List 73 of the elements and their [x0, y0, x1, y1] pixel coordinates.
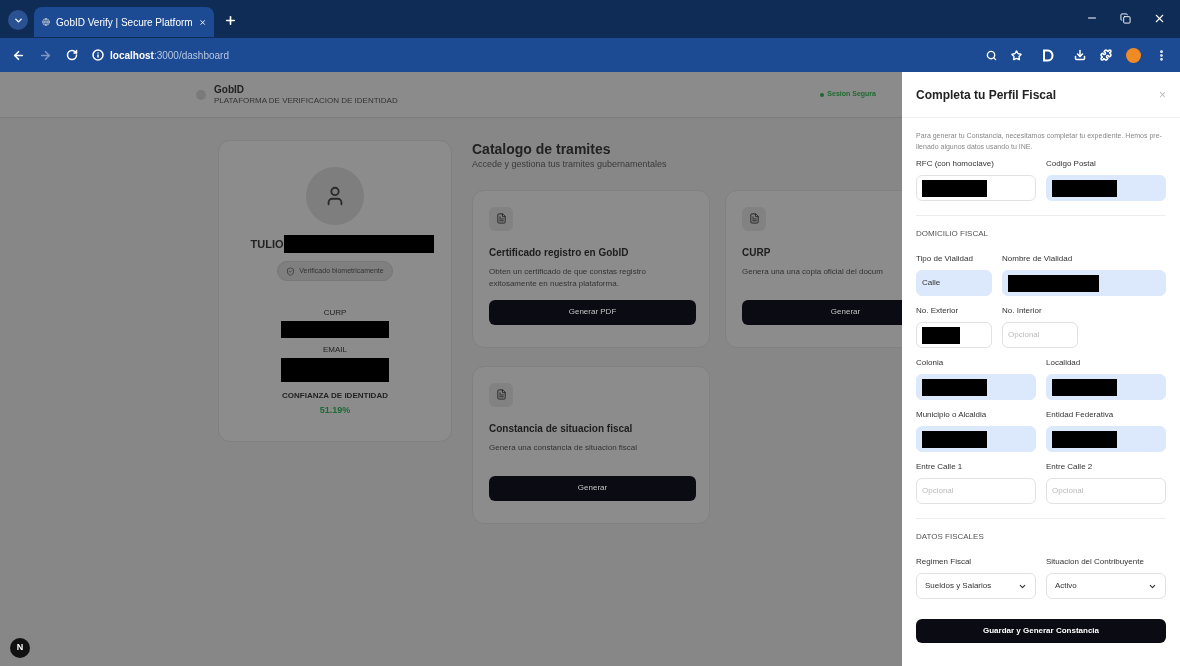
card-description: Genera una constancia de situacion fiscal — [489, 441, 639, 454]
card-title: Constancia de situacion fiscal — [489, 421, 634, 436]
document-icon — [489, 382, 513, 407]
forward-icon[interactable] — [39, 48, 52, 62]
field-label: EMAIL — [323, 344, 347, 356]
text-input[interactable]: Opcional — [1008, 329, 1072, 341]
panel-title: Completa tu Perfil Fiscal — [916, 86, 1057, 104]
field-label: Colonia — [916, 357, 945, 369]
catalog-subtitle: Accede y gestiona tus tramites gubernamentales — [472, 158, 668, 171]
input-field[interactable] — [1046, 374, 1166, 400]
document-icon — [742, 206, 766, 231]
field-label: Nombre de Vialidad — [1002, 253, 1074, 265]
user-name: TULIO — [250, 236, 284, 252]
catalog-title: Catalogo de tramites — [472, 140, 612, 158]
globe-icon — [42, 16, 51, 28]
brand-tagline: PLATAFORMA DE VERIFICACION DE IDENTIDAD — [214, 95, 398, 106]
text-input[interactable]: Opcional — [1052, 485, 1160, 497]
confidence-label: CONFIANZA DE IDENTIDAD — [282, 390, 388, 402]
input-field[interactable] — [916, 175, 1036, 201]
profile-avatar[interactable] — [1126, 47, 1141, 63]
input-field[interactable] — [916, 426, 1036, 452]
field-label: Entre Calle 1 — [916, 461, 964, 473]
document-icon — [489, 206, 513, 231]
tab-search-button[interactable] — [8, 10, 28, 30]
submit-button[interactable]: Guardar y Generar Constancia — [916, 619, 1166, 643]
reload-icon[interactable] — [66, 49, 78, 61]
input-field[interactable]: Calle — [916, 270, 992, 296]
field-label: Tipo de Vialidad — [916, 253, 974, 265]
select-field[interactable]: Activo — [1046, 573, 1166, 599]
field-label: Situacion del Contribuyente — [1046, 556, 1145, 568]
input-field[interactable] — [1046, 175, 1166, 201]
dev-badge[interactable]: N — [10, 638, 30, 658]
new-tab-icon[interactable] — [224, 13, 237, 27]
generate-button[interactable]: Generar PDF — [489, 299, 696, 325]
shield-icon — [286, 266, 296, 276]
text-input[interactable]: Opcional — [922, 485, 1030, 497]
input-field[interactable]: Opcional — [1046, 478, 1166, 504]
download-icon[interactable] — [1074, 49, 1086, 61]
input-field[interactable] — [1002, 270, 1166, 296]
site-info-icon[interactable] — [92, 49, 104, 61]
field-label: Regimen Fiscal — [916, 556, 973, 568]
extensions-icon[interactable] — [1100, 49, 1112, 61]
confidence-value: 51.19% — [319, 404, 351, 417]
field-label: Municipio o Alcaldia — [916, 409, 988, 421]
input-field[interactable]: Opcional — [1002, 322, 1078, 348]
generate-button[interactable]: Generar — [489, 475, 696, 501]
browser-tab[interactable]: GobID Verify | Secure Platform — [34, 7, 214, 37]
section-title: DOMICILIO FISCAL — [916, 228, 989, 240]
input-field[interactable] — [1046, 426, 1166, 452]
field-label: Localidad — [1046, 357, 1082, 369]
restore-icon[interactable] — [1120, 12, 1131, 24]
card-description: Obten un certificado de que constas registro exitosamente en nuestra plataforma. — [489, 265, 647, 290]
bookmark-icon[interactable] — [1011, 49, 1022, 61]
field-label: CURP — [323, 307, 347, 319]
field-label: RFC (con homoclave) — [916, 158, 995, 170]
section-title: DATOS FISCALES — [916, 531, 985, 543]
field-label: No. Exterior — [916, 305, 960, 317]
card-description: Genera una una copia oficial del docum — [742, 265, 884, 278]
field-label: Entre Calle 2 — [1046, 461, 1094, 473]
extension-icon[interactable] — [1042, 48, 1054, 62]
back-icon[interactable] — [12, 48, 25, 62]
input-field[interactable]: Opcional — [916, 478, 1036, 504]
zoom-icon[interactable] — [986, 49, 997, 61]
select-field[interactable]: Sueldos y Salarios — [916, 573, 1036, 599]
input-field[interactable] — [916, 322, 992, 348]
field-label: No. Interior — [1002, 305, 1043, 317]
generate-button[interactable]: Generar — [742, 299, 902, 325]
input-field[interactable] — [916, 374, 1036, 400]
card-title: Certificado registro en GobID — [489, 245, 630, 260]
card-title: CURP — [742, 245, 772, 260]
brand-name: GobID — [214, 83, 245, 96]
field-label: Entidad Federativa — [1046, 409, 1115, 421]
field-label: Codigo Postal — [1046, 158, 1097, 170]
